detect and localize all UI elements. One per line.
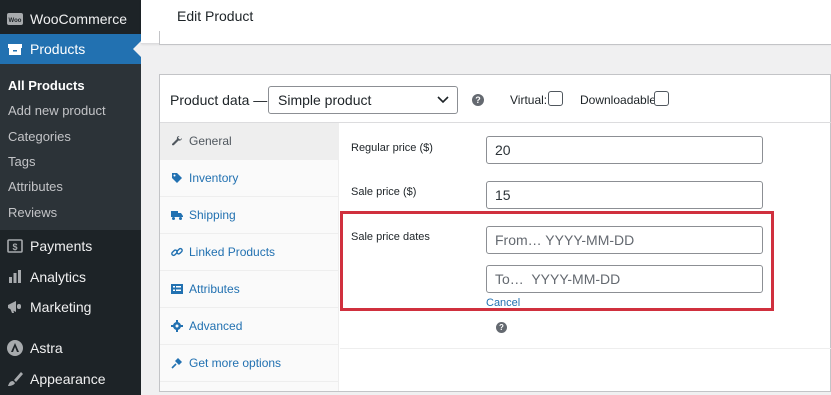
submenu-categories[interactable]: Categories: [8, 129, 71, 144]
svg-text:Woo: Woo: [9, 18, 22, 24]
regular-price-input[interactable]: [486, 136, 763, 164]
divider: [340, 348, 831, 349]
menu-appearance-label: Appearance: [30, 371, 106, 387]
menu-payments-label: Payments: [30, 238, 93, 254]
sale-date-from-input[interactable]: [486, 226, 763, 254]
tab-attributes-label: Attributes: [189, 282, 240, 296]
sale-price-input[interactable]: [486, 181, 763, 209]
submenu-tags[interactable]: Tags: [8, 154, 35, 169]
tab-linked-products[interactable]: Linked Products: [160, 234, 339, 271]
cancel-schedule-link[interactable]: Cancel: [486, 297, 520, 309]
truck-icon: [171, 209, 183, 221]
tab-general[interactable]: General: [160, 123, 339, 160]
product-type-select[interactable]: Simple product: [268, 86, 458, 114]
virtual-checkbox[interactable]: [548, 91, 563, 106]
menu-astra-label: Astra: [30, 340, 63, 356]
downloadable-label: Downloadable:: [580, 93, 660, 107]
chevron-down-icon: [437, 96, 449, 104]
link-icon: [171, 246, 183, 258]
wrench-icon: [171, 135, 183, 147]
menu-analytics-label: Analytics: [30, 269, 87, 285]
submenu-reviews[interactable]: Reviews: [8, 205, 57, 220]
payments-icon: $: [0, 237, 30, 255]
list-icon: [171, 283, 183, 295]
menu-products[interactable]: Products: [0, 34, 141, 64]
sale-price-label: Sale price ($): [351, 186, 417, 198]
products-submenu: All Products Add new product Categories …: [0, 64, 141, 230]
admin-sidebar: Woo WooCommerce Products All Products Ad…: [0, 0, 141, 395]
tab-inventory-label: Inventory: [189, 171, 239, 185]
submenu-all-products[interactable]: All Products: [8, 78, 85, 93]
astra-icon: [0, 339, 30, 357]
tab-shipping-label: Shipping: [189, 208, 236, 222]
tab-advanced[interactable]: Advanced: [160, 308, 339, 345]
title-box-edge: [159, 31, 831, 45]
menu-appearance[interactable]: Appearance: [0, 364, 141, 394]
menu-payments[interactable]: $ Payments: [0, 231, 141, 261]
tab-advanced-label: Advanced: [189, 319, 243, 333]
sale-date-to-input[interactable]: [486, 265, 763, 293]
help-icon[interactable]: ?: [472, 94, 484, 106]
tab-get-more-options-label: Get more options: [189, 356, 282, 370]
gear-icon: [171, 320, 183, 332]
downloadable-checkbox[interactable]: [654, 91, 669, 106]
analytics-icon: [0, 268, 30, 286]
woo-icon: Woo: [0, 10, 30, 28]
menu-astra[interactable]: Astra: [0, 333, 141, 363]
submenu-attributes[interactable]: Attributes: [8, 179, 63, 194]
products-icon: [0, 40, 30, 58]
tab-attributes[interactable]: Attributes: [160, 271, 339, 308]
brush-icon: [0, 370, 30, 388]
menu-marketing-label: Marketing: [30, 299, 92, 315]
menu-marketing[interactable]: Marketing: [0, 292, 141, 322]
tab-get-more-options[interactable]: Get more options: [160, 345, 339, 382]
product-data-header: Product data — Simple product ? Virtual:…: [160, 75, 831, 123]
page-title: Edit Product: [177, 8, 254, 24]
submenu-add-new-product[interactable]: Add new product: [8, 103, 106, 118]
product-data-label: Product data —: [170, 92, 268, 108]
megaphone-icon: [0, 298, 30, 316]
product-data-tabs: General Inventory Shipping Linked Produc…: [160, 123, 339, 391]
plug-icon: [171, 357, 183, 369]
svg-text:$: $: [12, 242, 17, 252]
product-data-panel: Product data — Simple product ? Virtual:…: [159, 74, 831, 392]
menu-products-label: Products: [30, 41, 86, 57]
menu-woocommerce-label: WooCommerce: [30, 11, 127, 27]
menu-woocommerce[interactable]: Woo WooCommerce: [0, 4, 141, 34]
tab-shipping[interactable]: Shipping: [160, 197, 339, 234]
tag-icon: [171, 172, 183, 184]
virtual-label: Virtual:: [510, 93, 548, 107]
product-type-value: Simple product: [278, 92, 372, 108]
tab-general-label: General: [189, 134, 232, 148]
sale-price-dates-label: Sale price dates: [351, 231, 430, 243]
help-icon[interactable]: ?: [496, 322, 507, 333]
menu-analytics[interactable]: Analytics: [0, 262, 141, 292]
tab-linked-products-label: Linked Products: [189, 245, 276, 259]
page-header: Edit Product: [141, 0, 831, 45]
regular-price-label: Regular price ($): [351, 142, 433, 154]
tab-inventory[interactable]: Inventory: [160, 160, 339, 197]
